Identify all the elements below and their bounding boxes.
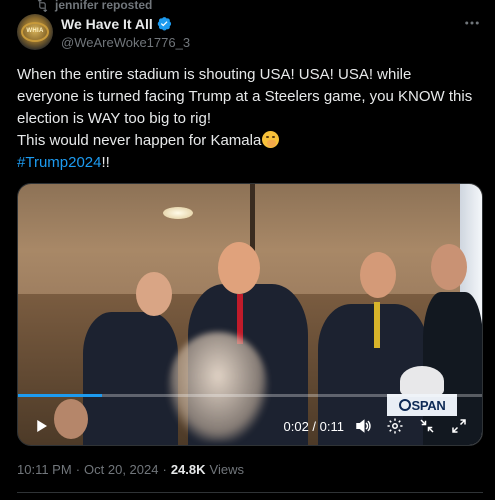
video-person-4-head: [431, 244, 467, 290]
video-current-time: 0:02: [283, 418, 309, 434]
author-identity: We Have It All @WeAreWoke1776_3: [61, 14, 190, 51]
video-duration: 0:11: [319, 418, 344, 434]
meta-separator-1: ·: [75, 462, 81, 477]
tweet-header: WHIA We Have It All @WeAreWoke1776_3: [17, 14, 483, 54]
video-person-3-head: [360, 252, 396, 298]
video-spectator-cap: [400, 366, 444, 396]
author-display-name[interactable]: We Have It All: [61, 16, 153, 32]
tweet-meta: 10:11 PM · Oct 20, 2024 · 24.8K Views: [17, 462, 244, 477]
tweet-text-line-2: This would never happen for Kamala: [17, 130, 477, 152]
hashtag-suffix: !!: [101, 154, 110, 171]
video-person-2-head: [218, 242, 260, 294]
views-count[interactable]: 24.8K: [171, 462, 206, 477]
video-ceiling-light: [163, 207, 193, 219]
avatar[interactable]: WHIA: [17, 14, 53, 50]
fullscreen-button[interactable]: [448, 415, 470, 437]
meta-separator-2: ·: [162, 462, 167, 477]
tweet-time[interactable]: 10:11 PM: [17, 462, 72, 477]
repost-indicator[interactable]: jennifer reposted: [36, 0, 152, 13]
minimize-icon: [420, 419, 434, 433]
video-progress-fill: [18, 394, 102, 397]
volume-button[interactable]: [352, 415, 374, 437]
minimize-player-button[interactable]: [416, 415, 438, 437]
tweet-text-line-3: #Trump2024!!: [17, 152, 477, 174]
tweet-date[interactable]: Oct 20, 2024: [84, 462, 158, 477]
play-button[interactable]: [30, 415, 52, 437]
tweet-text-line-2-text: This would never happen for Kamala: [17, 132, 262, 149]
avatar-logo-text: WHIA: [26, 28, 44, 34]
video-controls: 0:02 / 0:11: [18, 407, 482, 445]
repost-icon: [37, 0, 48, 12]
name-line: We Have It All: [61, 14, 190, 33]
video-controls-right: [352, 415, 470, 437]
more-options-icon[interactable]: [461, 12, 483, 34]
video-player[interactable]: SPAN 0:02 / 0:11: [17, 183, 483, 446]
expand-icon: [452, 419, 466, 433]
shushing-face-emoji-icon: [262, 131, 280, 148]
hashtag-link[interactable]: #Trump2024: [17, 154, 102, 171]
views-label: Views: [209, 462, 244, 477]
video-frame: SPAN: [18, 184, 482, 445]
tweet-text-line-1: When the entire stadium is shouting USA!…: [17, 66, 477, 127]
video-progress-bar[interactable]: [18, 394, 482, 397]
gear-icon: [387, 418, 403, 434]
repost-label: jennifer reposted: [55, 0, 153, 12]
video-time-readout: 0:02 / 0:11: [284, 419, 345, 434]
verified-badge-icon[interactable]: [157, 16, 172, 31]
play-icon: [37, 420, 47, 432]
author-handle[interactable]: @WeAreWoke1776_3: [61, 35, 190, 50]
video-person-3-tie: [374, 302, 380, 348]
tweet-body: When the entire stadium is shouting USA!…: [17, 64, 477, 174]
video-person-1-head: [136, 272, 172, 316]
volume-icon: [356, 419, 371, 433]
video-time-separator: /: [308, 418, 320, 434]
settings-button[interactable]: [384, 415, 406, 437]
bottom-divider: [17, 492, 483, 493]
